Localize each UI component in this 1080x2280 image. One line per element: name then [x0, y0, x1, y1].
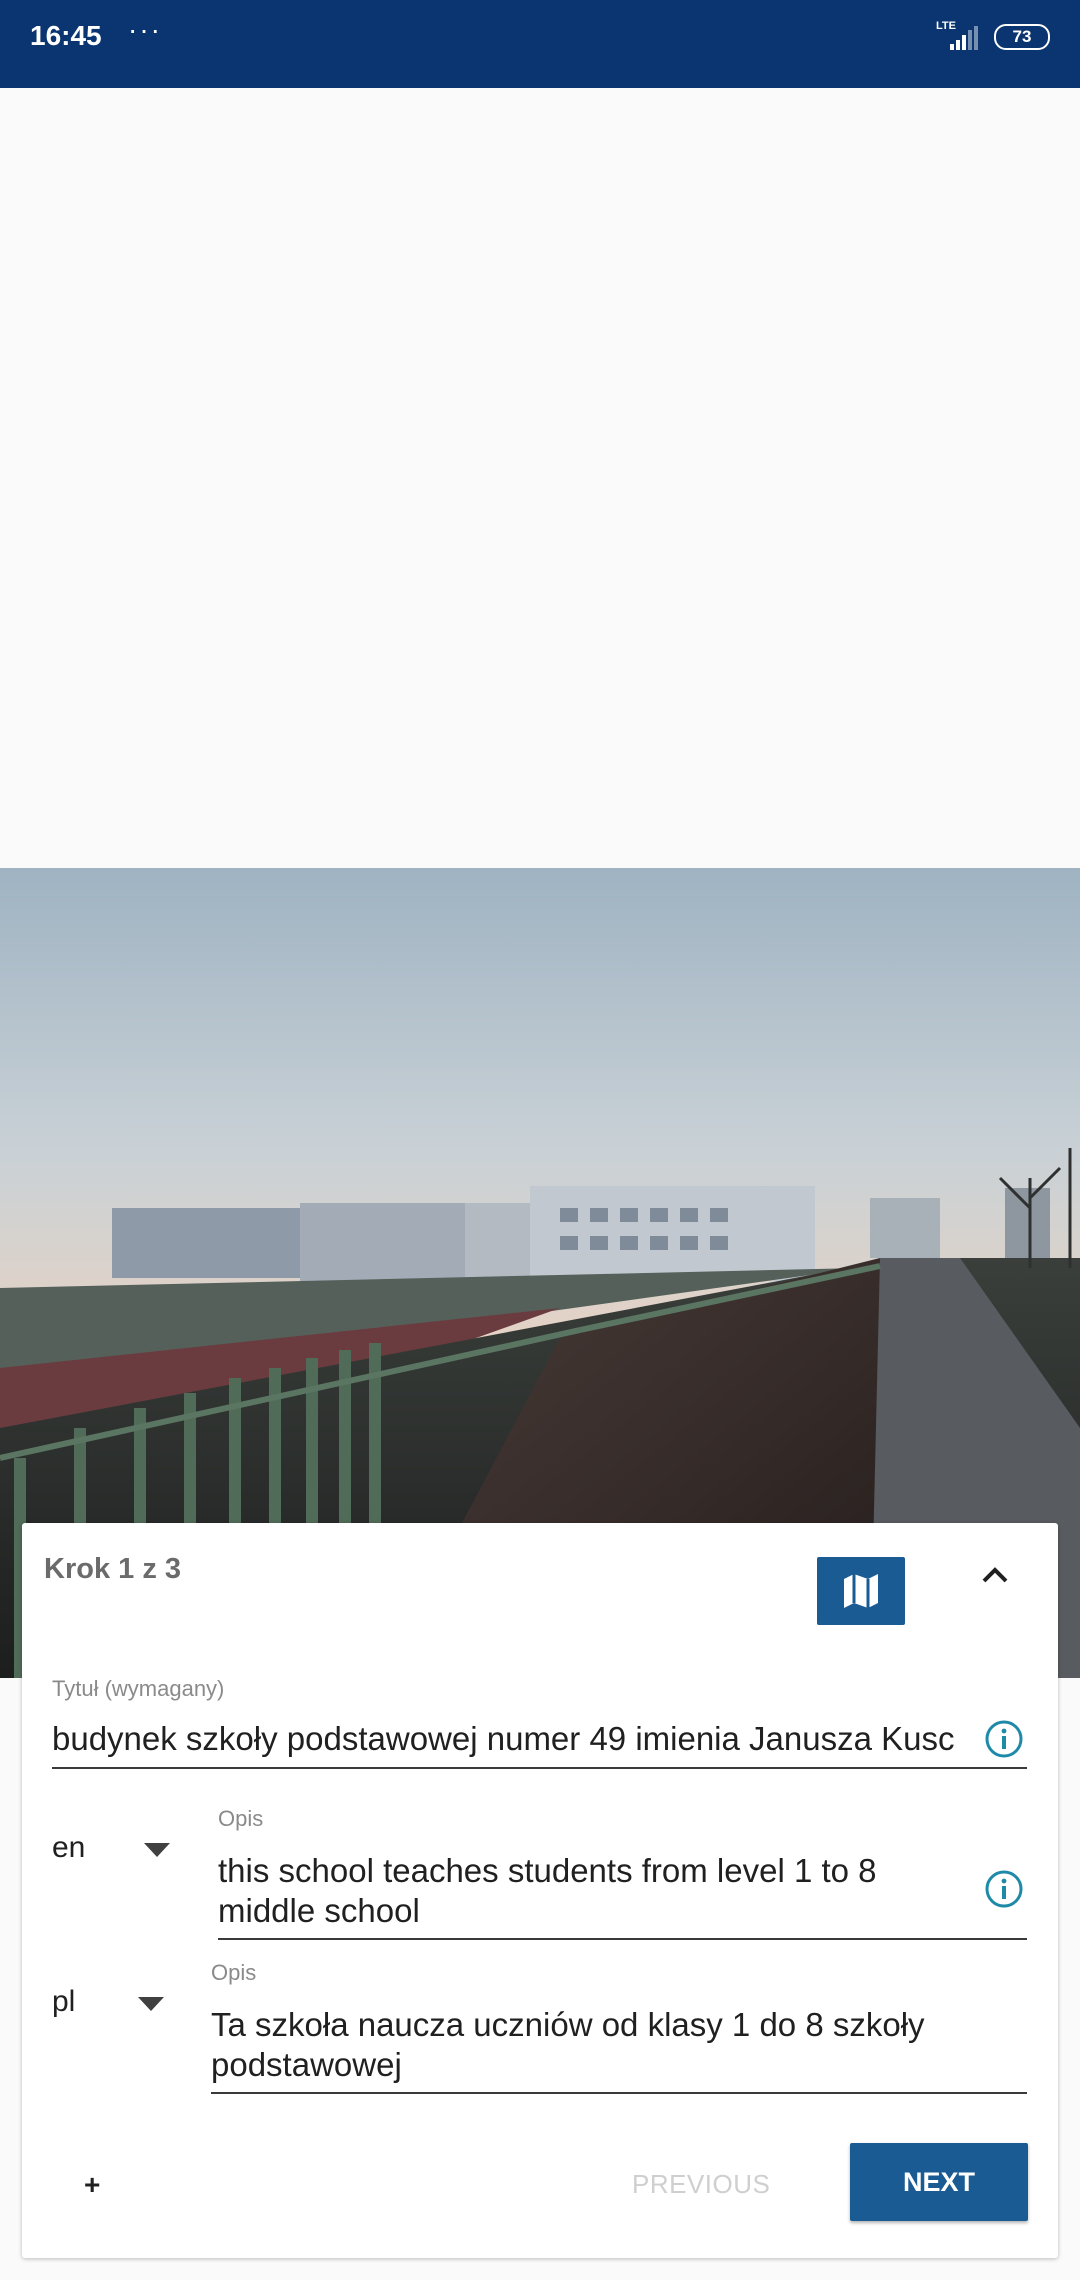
info-icon[interactable] [984, 1719, 1024, 1759]
previous-button[interactable]: PREVIOUS [632, 2169, 770, 2200]
status-bar: 16:45 ··· LTE 73 [0, 0, 1080, 88]
title-field-label: Tytuł (wymagany) [52, 1676, 225, 1701]
status-overflow-dots: ··· [128, 14, 162, 45]
description-en-input[interactable]: this school teaches students from level … [218, 1851, 958, 1931]
next-button[interactable]: NEXT [850, 2143, 1028, 2221]
info-icon[interactable] [984, 1869, 1024, 1909]
description-en-underline [218, 1938, 1027, 1940]
description-pl-label: Opis [211, 1960, 257, 1985]
signal-bars-icon [950, 26, 978, 50]
language-selector-en[interactable]: en [52, 1831, 85, 1865]
status-time: 16:45 [30, 20, 102, 51]
language-selector-pl[interactable]: pl [52, 1985, 75, 2019]
description-pl-underline [211, 2092, 1027, 2094]
add-description-button[interactable]: + [84, 2169, 100, 2201]
step-indicator: Krok 1 z 3 [44, 1553, 181, 1585]
photo-preview-area [0, 88, 1080, 1678]
title-underline [52, 1767, 1027, 1769]
dropdown-arrow-icon[interactable] [138, 1997, 164, 2011]
description-en-label: Opis [218, 1806, 264, 1831]
chevron-up-icon [982, 1567, 1008, 1583]
battery-indicator: 73 [994, 24, 1050, 50]
map-button[interactable] [817, 1557, 905, 1625]
dropdown-arrow-icon[interactable] [144, 1843, 170, 1857]
map-icon [844, 1574, 878, 1608]
description-pl-input[interactable]: Ta szkoła naucza uczniów od klasy 1 do 8… [211, 2005, 991, 2085]
signal-indicator: LTE [936, 20, 980, 52]
title-input[interactable]: budynek szkoły podstawowej numer 49 imie… [52, 1719, 1007, 1759]
upload-wizard-card: Krok 1 z 3 Tytuł (wymagany) budynek szko… [22, 1523, 1058, 2258]
collapse-button[interactable] [970, 1551, 1020, 1601]
